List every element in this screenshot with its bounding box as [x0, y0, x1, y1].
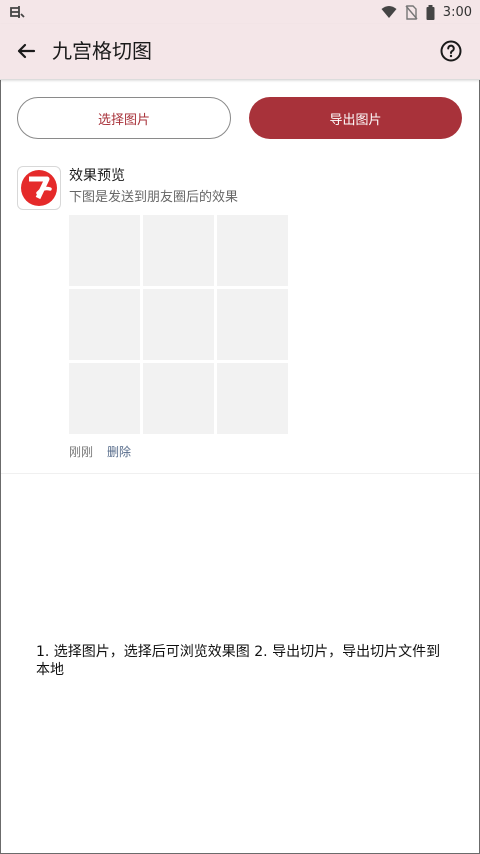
- status-icons: 3:00: [381, 2, 472, 22]
- preview-title: 效果预览: [69, 168, 125, 184]
- status-time: 3:00: [442, 4, 472, 20]
- grid-cell: [69, 363, 140, 434]
- grid-cell: [143, 289, 214, 360]
- grid-cell: [217, 215, 288, 286]
- delete-link[interactable]: 删除: [107, 444, 131, 460]
- post-meta: 刚刚 删除: [69, 444, 131, 460]
- no-sim-icon: [405, 4, 418, 20]
- page-title: 九宫格切图: [52, 39, 152, 63]
- select-image-button[interactable]: 选择图片: [17, 97, 231, 139]
- app-bar: 九宫格切图: [0, 24, 480, 80]
- grid-cell: [143, 363, 214, 434]
- preview-subtitle: 下图是发送到朋友圈后的效果: [69, 190, 239, 205]
- grid-cell: [69, 289, 140, 360]
- export-image-button[interactable]: 导出图片: [249, 97, 462, 139]
- app-logo-icon: [21, 170, 57, 206]
- help-icon[interactable]: [439, 39, 463, 63]
- grid-cell: [217, 289, 288, 360]
- avatar: [17, 166, 61, 210]
- grid-cell: [143, 215, 214, 286]
- grid-cell: [69, 215, 140, 286]
- wifi-icon: [381, 6, 397, 18]
- battery-icon: [426, 4, 435, 20]
- app-notification-icon: [10, 6, 25, 18]
- divider: [1, 473, 479, 474]
- nine-grid-preview: [69, 215, 288, 435]
- back-arrow-icon[interactable]: [14, 39, 38, 63]
- status-bar: 3:00: [0, 0, 480, 24]
- post-time: 刚刚: [69, 445, 94, 459]
- instructions-text: 1. 选择图片，选择后可浏览效果图 2. 导出切片，导出切片文件到本地: [36, 644, 441, 678]
- grid-cell: [217, 363, 288, 434]
